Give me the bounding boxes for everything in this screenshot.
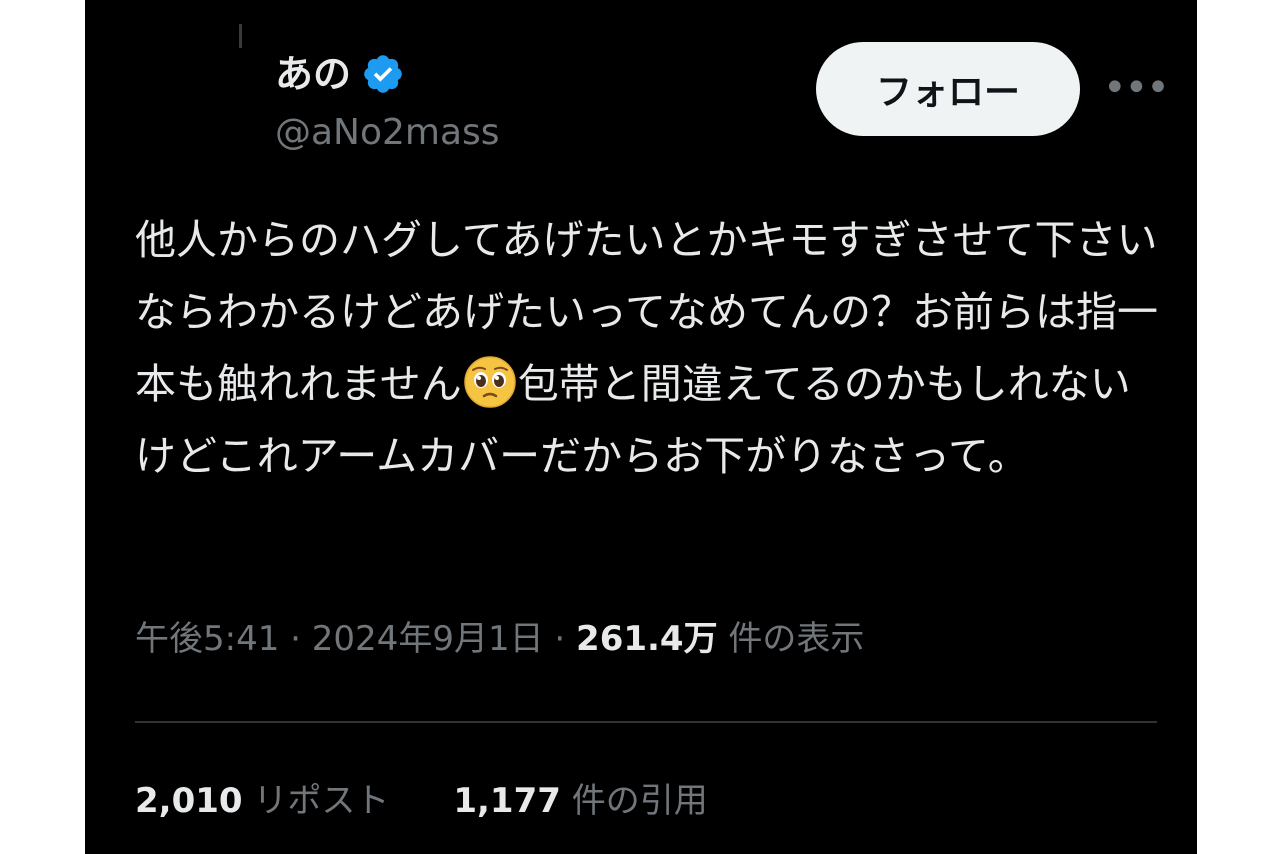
tweet-time[interactable]: 午後5:41 (135, 619, 279, 659)
display-name[interactable]: あの (275, 50, 351, 98)
meta-separator: · (543, 619, 577, 659)
avatar[interactable] (137, 18, 249, 158)
views-count[interactable]: 261.4万 (576, 619, 718, 659)
reposts-label: リポスト (242, 781, 390, 821)
verified-badge-icon (361, 52, 405, 96)
avatar-edge-mark (239, 24, 242, 48)
more-options-icon[interactable]: ••• (1103, 68, 1170, 108)
user-handle[interactable]: @aNo2mass (275, 110, 500, 156)
tweet-date[interactable]: 2024年9月1日 (312, 619, 544, 659)
quotes-label: 件の引用 (560, 781, 708, 821)
quotes-count: 1,177 (453, 781, 561, 821)
display-name-row[interactable]: あの (275, 50, 405, 98)
follow-button[interactable]: フォロー (816, 42, 1080, 136)
reposts-count: 2,010 (135, 781, 243, 821)
pleading-face-emoji-icon (462, 354, 518, 410)
divider (135, 721, 1157, 723)
tweet-meta: 午後5:41 · 2024年9月1日 · 261.4万 件の表示 (135, 614, 864, 664)
quotes-stat[interactable]: 1,177 件の引用 (453, 776, 707, 826)
tweet-panel: あの @aNo2mass フォロー ••• 他人からのハグしてあげたいとかキモす… (85, 0, 1197, 854)
views-label: 件の表示 (717, 619, 865, 659)
reposts-stat[interactable]: 2,010 リポスト (135, 776, 389, 826)
tweet-stats: 2,010 リポスト 1,177 件の引用 (135, 776, 772, 826)
meta-separator: · (279, 619, 312, 659)
tweet-text: 他人からのハグしてあげたいとかキモすぎさせて下さいならわかるけどあげたいってなめ… (135, 204, 1165, 492)
